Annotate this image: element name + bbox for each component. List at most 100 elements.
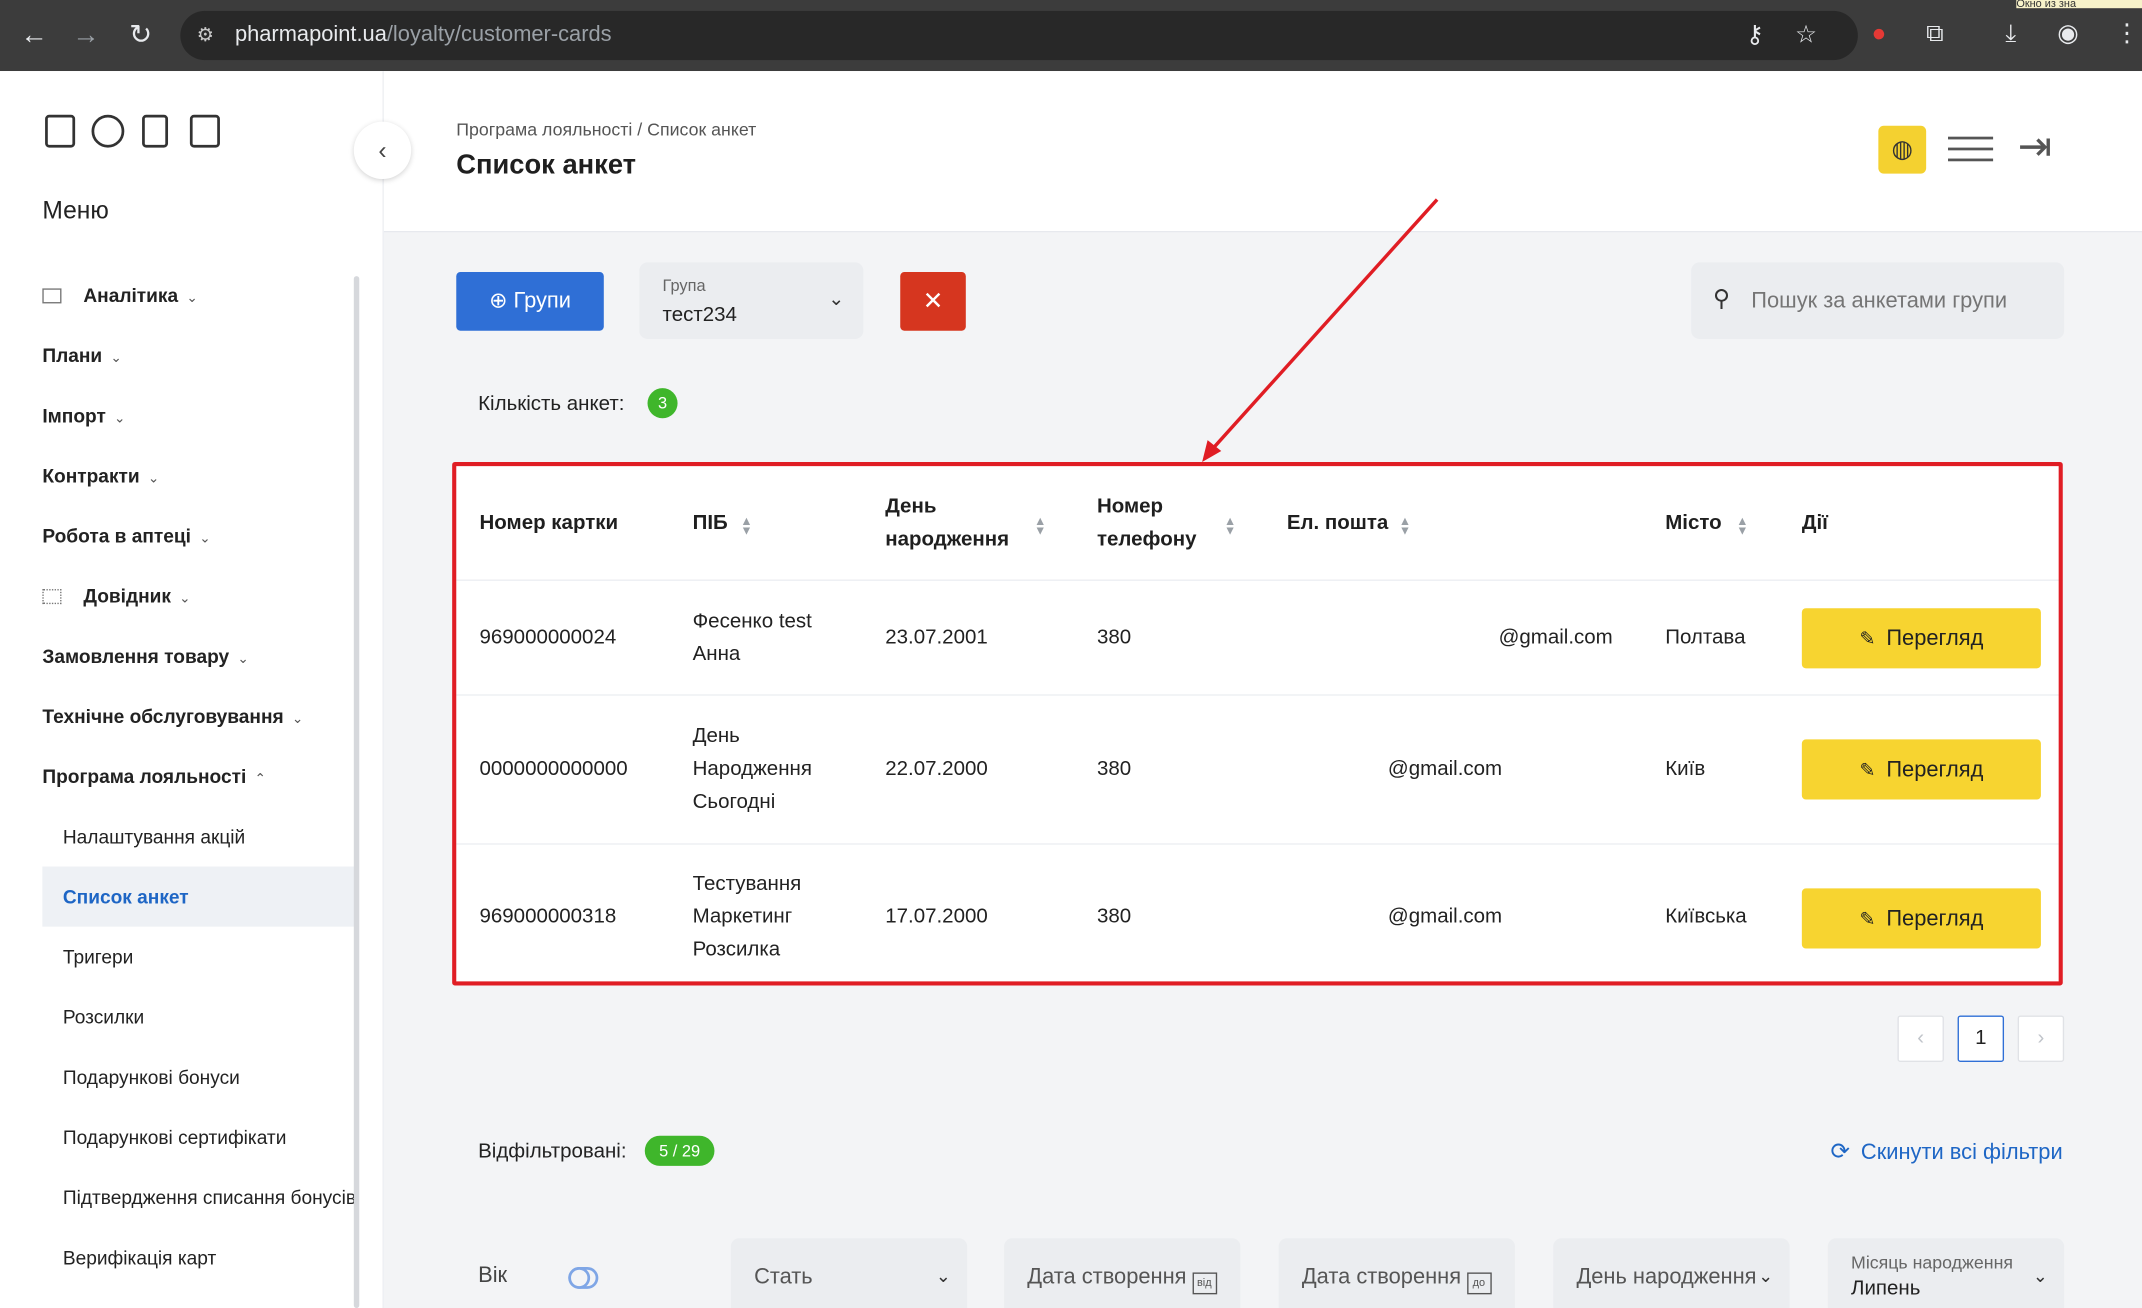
- site-info-icon[interactable]: ⚙: [197, 23, 214, 46]
- menu-item-analytics[interactable]: Аналітика ⌄: [42, 284, 198, 306]
- password-key-icon[interactable]: ⚷: [1746, 21, 1764, 50]
- chevron-down-icon: ⌄: [199, 531, 211, 547]
- sort-icon[interactable]: ▲ ▼: [1034, 515, 1046, 537]
- back-icon[interactable]: ←: [16, 18, 52, 54]
- plus-circle-icon: ⊕: [489, 289, 514, 313]
- group-select[interactable]: Група тест234 ⌄: [639, 262, 864, 339]
- collapse-sidebar-button[interactable]: ‹: [353, 121, 412, 180]
- age-range-slider[interactable]: [568, 1266, 599, 1289]
- cell-card: 969000000024: [479, 625, 617, 650]
- forward-icon[interactable]: →: [68, 18, 104, 54]
- search-input[interactable]: [1748, 281, 2055, 323]
- logout-icon[interactable]: ⇥: [2018, 120, 2062, 175]
- pagination-page[interactable]: 1: [1957, 1015, 2005, 1062]
- extensions-puzzle-icon[interactable]: ⧉: [1926, 19, 1944, 48]
- pagination-prev[interactable]: ‹: [1897, 1015, 1944, 1062]
- birth-month-select[interactable]: Місяць народження Липень ⌄: [1827, 1238, 2065, 1308]
- sort-icon[interactable]: ▲ ▼: [1224, 515, 1236, 537]
- questionnaire-count-label: Кількість анкет:: [478, 392, 625, 416]
- list-icon: [42, 589, 62, 605]
- cell-name: День Народження Сьогодні: [692, 724, 812, 814]
- col-header-email[interactable]: Ел. пошта: [1287, 507, 1388, 540]
- chevron-down-icon: ⌄: [828, 287, 845, 309]
- reset-filters-link[interactable]: ⟳ Скинути всі фільтри: [1831, 1139, 2063, 1166]
- col-header-card: Номер картки: [479, 511, 619, 535]
- group-select-label: Група: [662, 276, 706, 296]
- cell-city: Полтава: [1665, 625, 1746, 650]
- subitem-promo-settings[interactable]: Налаштування акцій: [63, 826, 358, 848]
- browser-menu-icon[interactable]: ⋮: [2115, 19, 2140, 48]
- subitem-gift-certificates[interactable]: Подарункові сертифікати: [63, 1126, 358, 1148]
- download-icon[interactable]: ⤓: [2005, 19, 2016, 48]
- search-icon: ⚲: [1713, 285, 1731, 312]
- chevron-down-icon: ⌄: [291, 712, 304, 728]
- created-from-date[interactable]: Дата створення від: [1004, 1238, 1241, 1308]
- subitem-mailings[interactable]: Розсилки: [63, 1006, 358, 1028]
- menu-title: Меню: [42, 196, 109, 225]
- view-button[interactable]: ✎ Перегляд: [1801, 739, 2041, 800]
- cell-email: @gmail.com: [1387, 904, 1503, 929]
- chevron-down-icon: ⌄: [2032, 1265, 2048, 1287]
- col-header-city[interactable]: Місто: [1665, 507, 1721, 540]
- col-header-name[interactable]: ПІБ: [693, 507, 728, 540]
- hamburger-menu-icon[interactable]: [1948, 136, 1994, 162]
- menu-item-pharmacy-work[interactable]: Робота в аптеці ⌄: [42, 525, 210, 547]
- profile-avatar[interactable]: ◉: [2057, 19, 2078, 48]
- pencil-icon: ✎: [1859, 627, 1876, 650]
- menu-item-directory[interactable]: Довідник ⌄: [42, 585, 191, 607]
- questionnaire-count-badge: 3: [647, 388, 678, 419]
- view-button[interactable]: ✎ Перегляд: [1801, 608, 2041, 669]
- menu-item-contracts[interactable]: Контракти ⌄: [42, 465, 159, 487]
- cell-email: @gmail.com: [1387, 757, 1503, 781]
- reload-icon[interactable]: ↻: [123, 18, 159, 54]
- subitem-card-verification[interactable]: Верифікація карт: [63, 1246, 358, 1268]
- book-icon[interactable]: [189, 114, 220, 148]
- col-header-birthday[interactable]: День народження: [885, 491, 1009, 557]
- menu-item-orders[interactable]: Замовлення товару ⌄: [42, 645, 248, 667]
- created-to-date[interactable]: Дата створення до: [1278, 1238, 1515, 1308]
- groups-button[interactable]: ⊕ Групи: [456, 271, 604, 331]
- view-button[interactable]: ✎ Перегляд: [1801, 888, 2041, 949]
- annotation-arrow-line: [1211, 198, 1439, 450]
- filtered-badge: 5 / 29: [644, 1135, 715, 1166]
- grid-icon: [42, 288, 62, 304]
- pagination-next[interactable]: ›: [2017, 1015, 2065, 1062]
- subitem-bonus-writeoff[interactable]: Підтвердження списання бонусів: [63, 1186, 358, 1208]
- calendar-icon: до: [1466, 1272, 1492, 1295]
- birthday-select[interactable]: День народження ⌄: [1553, 1238, 1790, 1308]
- extension-icon[interactable]: ●: [1872, 19, 1887, 48]
- subitem-gift-bonuses[interactable]: Подарункові бонуси: [63, 1066, 358, 1088]
- sort-icon[interactable]: ▲ ▼: [1736, 515, 1748, 537]
- language-button[interactable]: ◍: [1878, 125, 1927, 174]
- col-header-phone[interactable]: Номер телефону: [1097, 491, 1197, 557]
- cell-name: Фесенко test Анна: [692, 609, 812, 666]
- search-box[interactable]: ⚲: [1691, 262, 2065, 339]
- menu-item-import[interactable]: Імпорт ⌄: [42, 405, 125, 427]
- chevron-down-icon: ⌄: [110, 351, 122, 367]
- cell-city: Київ: [1665, 757, 1706, 781]
- breadcrumb[interactable]: Програма лояльності / Список анкет: [456, 119, 756, 140]
- bookmark-star-icon[interactable]: ☆: [1795, 21, 1817, 50]
- clear-group-button[interactable]: ✕: [900, 271, 966, 331]
- chevron-down-icon: ⌄: [114, 411, 126, 427]
- subitem-questionnaires[interactable]: Список анкет: [63, 886, 358, 908]
- archive-icon[interactable]: [45, 114, 76, 148]
- sort-icon[interactable]: ▲ ▼: [740, 515, 752, 537]
- chevron-down-icon: ⌄: [1758, 1265, 1774, 1287]
- cell-phone: 380: [1096, 904, 1132, 929]
- subitem-triggers[interactable]: Тригери: [63, 946, 358, 968]
- menu-item-loyalty[interactable]: Програма лояльності ⌃: [42, 765, 266, 787]
- cell-phone: 380: [1096, 757, 1132, 781]
- sidebar-scrollbar[interactable]: [353, 276, 360, 1308]
- sort-icon[interactable]: ▲ ▼: [1399, 515, 1411, 537]
- document-icon[interactable]: [142, 114, 169, 148]
- cell-name: Тестування Маркетинг Розсилка: [692, 871, 802, 961]
- refresh-icon: ⟳: [1830, 1138, 1851, 1165]
- cell-email: @gmail.com: [1498, 625, 1613, 650]
- row-divider: [456, 843, 2063, 845]
- menu-item-plans[interactable]: Плани ⌄: [42, 344, 122, 366]
- address-bar[interactable]: ⚙ pharmapoint.ua/loyalty/customer-cards …: [180, 10, 1858, 61]
- pie-chart-icon[interactable]: [91, 114, 125, 148]
- gender-select[interactable]: Стать ⌄: [730, 1238, 968, 1308]
- menu-item-maintenance[interactable]: Технічне обслуговування ⌄: [42, 705, 303, 727]
